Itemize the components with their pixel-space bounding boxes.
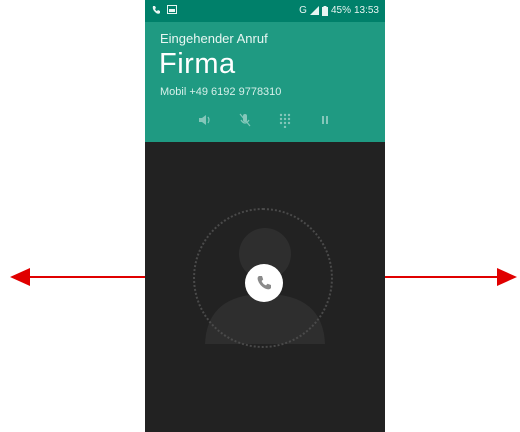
network-type: G (299, 5, 307, 16)
battery-icon (321, 5, 328, 16)
call-header: Eingehender Anruf Firma Mobil +49 6192 9… (145, 22, 385, 142)
call-state-label: Eingehender Anruf (160, 31, 268, 46)
status-bar: G 45% 13:53 (145, 0, 385, 22)
caller-number: Mobil +49 6192 9778310 (160, 86, 282, 98)
caller-name: Firma (159, 48, 236, 80)
phone-screen: G 45% 13:53 Eingehender Anruf Firma Mobi… (145, 0, 385, 432)
phone-icon (257, 276, 271, 290)
dialpad-icon[interactable] (277, 112, 293, 128)
clock: 13:53 (353, 5, 379, 16)
battery-percent: 45% (330, 5, 351, 16)
call-status-icon (152, 6, 160, 14)
speaker-icon[interactable] (197, 112, 213, 128)
answer-call-button[interactable] (245, 264, 283, 302)
call-controls (145, 112, 385, 130)
signal-icon (309, 6, 319, 15)
mute-icon[interactable] (237, 112, 253, 128)
image-notification-icon (167, 5, 177, 14)
hold-icon[interactable] (317, 112, 333, 128)
